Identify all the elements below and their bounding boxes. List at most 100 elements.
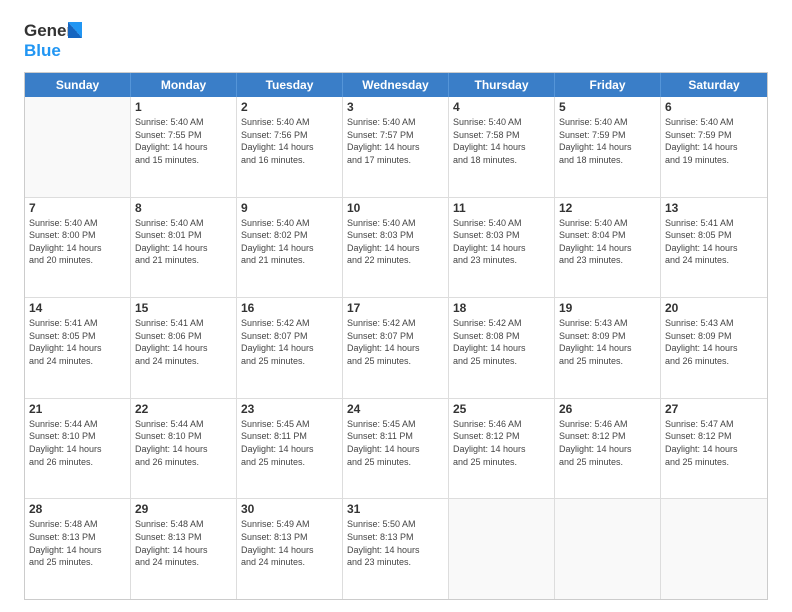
calendar-cell: 21Sunrise: 5:44 AM Sunset: 8:10 PM Dayli… <box>25 399 131 499</box>
day-number: 11 <box>453 201 550 215</box>
day-number: 7 <box>29 201 126 215</box>
day-number: 10 <box>347 201 444 215</box>
day-number: 18 <box>453 301 550 315</box>
day-number: 24 <box>347 402 444 416</box>
day-number: 15 <box>135 301 232 315</box>
day-number: 5 <box>559 100 656 114</box>
header-wednesday: Wednesday <box>343 73 449 97</box>
day-number: 3 <box>347 100 444 114</box>
calendar-cell: 18 Sunrise: 5:42 AM Sunset: 8:08 PM Dayli… <box>449 298 555 398</box>
day-number: 21 <box>29 402 126 416</box>
cell-info: Sunrise: 5:46 AM Sunset: 8:12 PM Dayligh… <box>453 418 550 468</box>
cell-info: Sunrise: 5:43 AM Sunset: 8:09 PM Dayligh… <box>559 317 656 367</box>
cell-info: Sunrise: 5:44 AM Sunset: 8:10 PM Dayligh… <box>135 418 232 468</box>
day-number: 29 <box>135 502 232 516</box>
calendar-cell: 6 Sunrise: 5:40 AM Sunset: 7:59 PM Daylig… <box>661 97 767 197</box>
cell-info: Sunrise: 5:40 AM Sunset: 8:03 PM Dayligh… <box>453 217 550 267</box>
calendar-cell: 2 Sunrise: 5:40 AM Sunset: 7:56 PM Daylig… <box>237 97 343 197</box>
calendar-cell <box>25 97 131 197</box>
cell-info: Sunrise: 5:40 AM Sunset: 7:58 PM Dayligh… <box>453 116 550 166</box>
calendar-cell: 17Sunrise: 5:42 AM Sunset: 8:07 PM Dayli… <box>343 298 449 398</box>
cell-info: Sunrise: 5:40 AM Sunset: 8:00 PM Dayligh… <box>29 217 126 267</box>
day-number: 14 <box>29 301 126 315</box>
header-monday: Monday <box>131 73 237 97</box>
day-number: 6 <box>665 100 763 114</box>
cell-info: Sunrise: 5:40 AM Sunset: 7:57 PM Dayligh… <box>347 116 444 166</box>
calendar-cell: 3 Sunrise: 5:40 AM Sunset: 7:57 PM Daylig… <box>343 97 449 197</box>
calendar-cell: 1 Sunrise: 5:40 AM Sunset: 7:55 PM Daylig… <box>131 97 237 197</box>
calendar-cell: 30 Sunrise: 5:49 AM Sunset: 8:13 PM Dayli… <box>237 499 343 599</box>
cell-info: Sunrise: 5:50 AM Sunset: 8:13 PM Dayligh… <box>347 518 444 568</box>
day-number: 27 <box>665 402 763 416</box>
cell-info: Sunrise: 5:41 AM Sunset: 8:05 PM Dayligh… <box>29 317 126 367</box>
calendar: Sunday Monday Tuesday Wednesday Thursday… <box>24 72 768 600</box>
calendar-cell: 16 Sunrise: 5:42 AM Sunset: 8:07 PM Dayli… <box>237 298 343 398</box>
day-number: 2 <box>241 100 338 114</box>
header: GeneralBlue <box>24 18 768 62</box>
calendar-row-2: 14 Sunrise: 5:41 AM Sunset: 8:05 PM Dayli… <box>25 298 767 399</box>
calendar-cell <box>661 499 767 599</box>
calendar-cell: 27 Sunrise: 5:47 AM Sunset: 8:12 PM Dayli… <box>661 399 767 499</box>
day-number: 28 <box>29 502 126 516</box>
calendar-cell: 10 Sunrise: 5:40 AM Sunset: 8:03 PM Dayli… <box>343 198 449 298</box>
calendar-body: 1 Sunrise: 5:40 AM Sunset: 7:55 PM Daylig… <box>25 97 767 599</box>
calendar-cell: 7 Sunrise: 5:40 AM Sunset: 8:00 PM Daylig… <box>25 198 131 298</box>
header-friday: Friday <box>555 73 661 97</box>
day-number: 9 <box>241 201 338 215</box>
svg-text:Blue: Blue <box>24 41 61 60</box>
calendar-cell: 5 Sunrise: 5:40 AM Sunset: 7:59 PM Daylig… <box>555 97 661 197</box>
cell-info: Sunrise: 5:42 AM Sunset: 8:08 PM Dayligh… <box>453 317 550 367</box>
calendar-header: Sunday Monday Tuesday Wednesday Thursday… <box>25 73 767 97</box>
day-number: 8 <box>135 201 232 215</box>
logo: GeneralBlue <box>24 18 82 62</box>
calendar-cell: 22 Sunrise: 5:44 AM Sunset: 8:10 PM Dayli… <box>131 399 237 499</box>
calendar-cell <box>449 499 555 599</box>
cell-info: Sunrise: 5:49 AM Sunset: 8:13 PM Dayligh… <box>241 518 338 568</box>
cell-info: Sunrise: 5:46 AM Sunset: 8:12 PM Dayligh… <box>559 418 656 468</box>
calendar-cell: 9 Sunrise: 5:40 AM Sunset: 8:02 PM Daylig… <box>237 198 343 298</box>
cell-info: Sunrise: 5:40 AM Sunset: 8:04 PM Dayligh… <box>559 217 656 267</box>
cell-info: Sunrise: 5:48 AM Sunset: 8:13 PM Dayligh… <box>29 518 126 568</box>
cell-info: Sunrise: 5:48 AM Sunset: 8:13 PM Dayligh… <box>135 518 232 568</box>
day-number: 12 <box>559 201 656 215</box>
cell-info: Sunrise: 5:40 AM Sunset: 7:55 PM Dayligh… <box>135 116 232 166</box>
calendar-row-1: 7 Sunrise: 5:40 AM Sunset: 8:00 PM Daylig… <box>25 198 767 299</box>
calendar-cell: 28 Sunrise: 5:48 AM Sunset: 8:13 PM Dayli… <box>25 499 131 599</box>
cell-info: Sunrise: 5:42 AM Sunset: 8:07 PM Dayligh… <box>241 317 338 367</box>
day-number: 16 <box>241 301 338 315</box>
calendar-cell <box>555 499 661 599</box>
calendar-cell: 25 Sunrise: 5:46 AM Sunset: 8:12 PM Dayli… <box>449 399 555 499</box>
cell-info: Sunrise: 5:47 AM Sunset: 8:12 PM Dayligh… <box>665 418 763 468</box>
calendar-row-3: 21 Sunrise: 5:44 AM Sunset: 8:10 PM Dayli… <box>25 399 767 500</box>
cell-info: Sunrise: 5:40 AM Sunset: 8:01 PM Dayligh… <box>135 217 232 267</box>
calendar-cell: 23Sunrise: 5:45 AM Sunset: 8:11 PM Dayli… <box>237 399 343 499</box>
cell-info: Sunrise: 5:40 AM Sunset: 7:56 PM Dayligh… <box>241 116 338 166</box>
calendar-cell: 12 Sunrise: 5:40 AM Sunset: 8:04 PM Dayli… <box>555 198 661 298</box>
calendar-cell: 8 Sunrise: 5:40 AM Sunset: 8:01 PM Daylig… <box>131 198 237 298</box>
calendar-cell: 13Sunrise: 5:41 AM Sunset: 8:05 PM Dayli… <box>661 198 767 298</box>
calendar-row-4: 28 Sunrise: 5:48 AM Sunset: 8:13 PM Dayli… <box>25 499 767 599</box>
calendar-cell: 29 Sunrise: 5:48 AM Sunset: 8:13 PM Dayli… <box>131 499 237 599</box>
cell-info: Sunrise: 5:42 AM Sunset: 8:07 PM Dayligh… <box>347 317 444 367</box>
cell-info: Sunrise: 5:40 AM Sunset: 7:59 PM Dayligh… <box>559 116 656 166</box>
calendar-cell: 26Sunrise: 5:46 AM Sunset: 8:12 PM Dayli… <box>555 399 661 499</box>
cell-info: Sunrise: 5:40 AM Sunset: 8:03 PM Dayligh… <box>347 217 444 267</box>
cell-info: Sunrise: 5:40 AM Sunset: 7:59 PM Dayligh… <box>665 116 763 166</box>
calendar-cell: 20Sunrise: 5:43 AM Sunset: 8:09 PM Dayli… <box>661 298 767 398</box>
cell-info: Sunrise: 5:45 AM Sunset: 8:11 PM Dayligh… <box>241 418 338 468</box>
calendar-cell: 24 Sunrise: 5:45 AM Sunset: 8:11 PM Dayli… <box>343 399 449 499</box>
cell-info: Sunrise: 5:41 AM Sunset: 8:06 PM Dayligh… <box>135 317 232 367</box>
header-tuesday: Tuesday <box>237 73 343 97</box>
day-number: 1 <box>135 100 232 114</box>
cell-info: Sunrise: 5:45 AM Sunset: 8:11 PM Dayligh… <box>347 418 444 468</box>
calendar-cell: 14 Sunrise: 5:41 AM Sunset: 8:05 PM Dayli… <box>25 298 131 398</box>
day-number: 30 <box>241 502 338 516</box>
cell-info: Sunrise: 5:41 AM Sunset: 8:05 PM Dayligh… <box>665 217 763 267</box>
calendar-row-0: 1 Sunrise: 5:40 AM Sunset: 7:55 PM Daylig… <box>25 97 767 198</box>
day-number: 25 <box>453 402 550 416</box>
day-number: 31 <box>347 502 444 516</box>
cell-info: Sunrise: 5:40 AM Sunset: 8:02 PM Dayligh… <box>241 217 338 267</box>
day-number: 4 <box>453 100 550 114</box>
day-number: 19 <box>559 301 656 315</box>
day-number: 22 <box>135 402 232 416</box>
